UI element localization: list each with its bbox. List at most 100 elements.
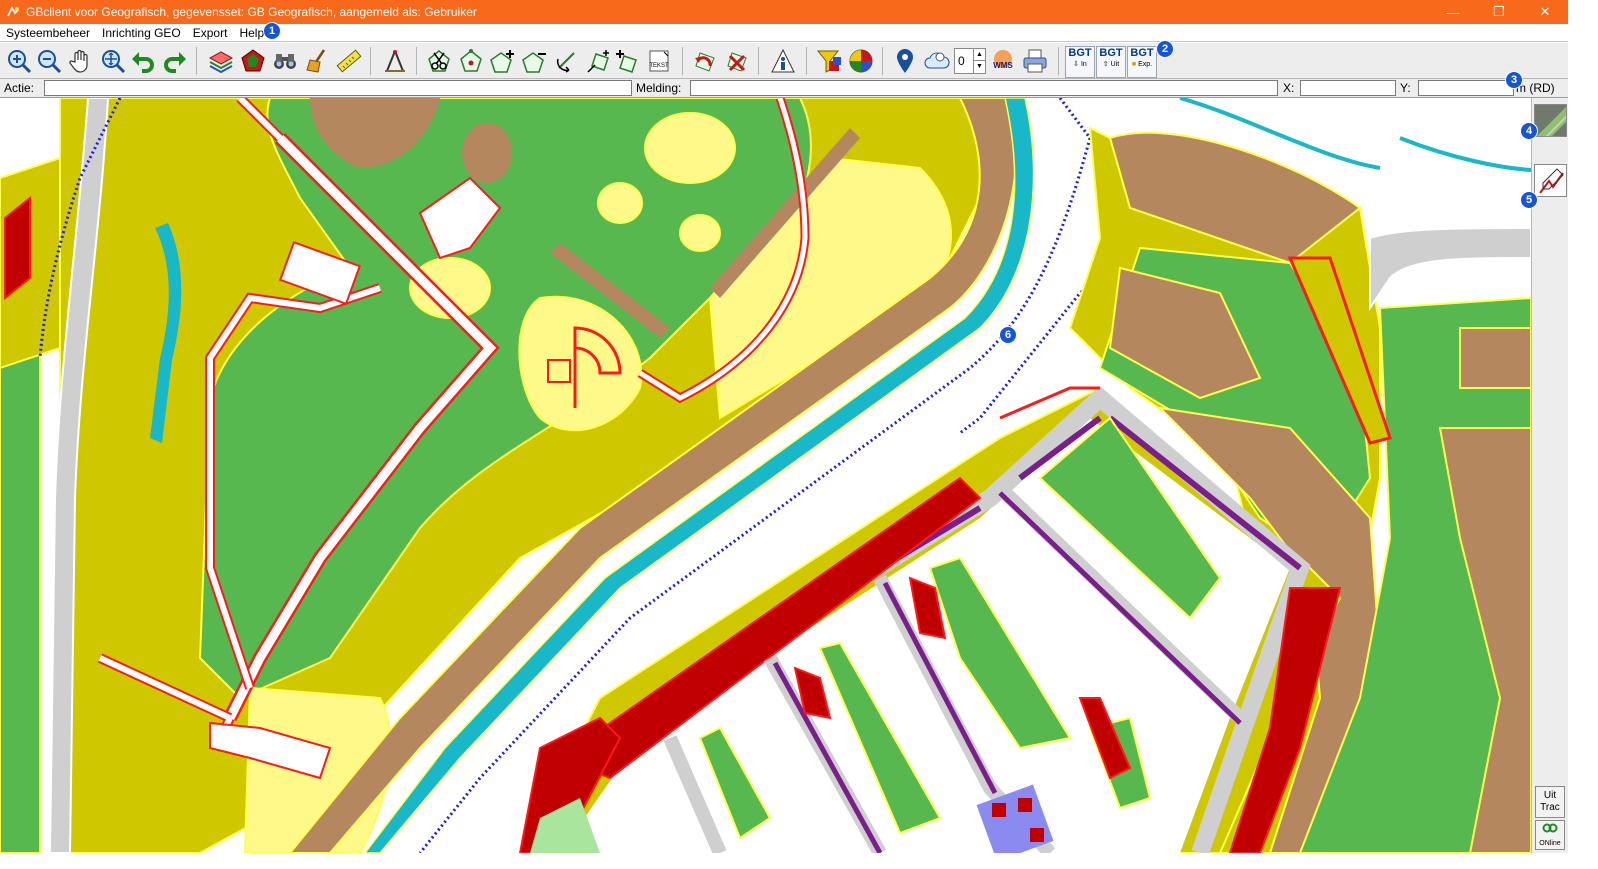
x-coordinate-label: X: <box>1283 81 1295 95</box>
sketch-icon <box>1535 165 1566 196</box>
remove-vertex-icon <box>522 52 546 73</box>
redo-button[interactable] <box>160 46 190 76</box>
zoom-out-icon <box>38 50 62 74</box>
palette-icon <box>849 49 873 73</box>
text-button[interactable]: TEKST <box>644 46 674 76</box>
remove-vertex-button[interactable] <box>520 46 550 76</box>
add-point-icon <box>616 50 637 73</box>
toolbar-separator <box>1058 47 1059 75</box>
callout-badge: 5 <box>1520 191 1538 209</box>
link-icon <box>1542 823 1558 833</box>
locate-button[interactable] <box>890 46 920 76</box>
toolbar-separator <box>682 47 683 75</box>
print-button[interactable] <box>1020 46 1050 76</box>
measure-button[interactable] <box>334 46 364 76</box>
restore-button[interactable]: ❐ <box>1476 0 1522 24</box>
toolbar: TEKST 0 ▲ ▼ WMS BGT ⇩ In BGT ⇧ Uit BGT ■… <box>0 43 1568 79</box>
toolbar-separator <box>758 47 759 75</box>
undo-edit-button[interactable] <box>690 46 720 76</box>
info-button[interactable] <box>768 46 798 76</box>
bgt-uit-button[interactable]: BGT ⇧ Uit <box>1096 46 1126 78</box>
map-left-green <box>0 326 41 853</box>
zoom-level-stepper[interactable]: 0 ▲ ▼ <box>954 48 986 74</box>
layers-button[interactable] <box>206 46 236 76</box>
menu-export[interactable]: Export <box>187 26 234 40</box>
toolbar-separator <box>370 47 371 75</box>
broom-icon <box>306 49 326 73</box>
rotate-button[interactable] <box>552 46 582 76</box>
app-logo-icon <box>7 6 19 17</box>
background-map-button[interactable] <box>922 46 952 76</box>
search-button[interactable] <box>270 46 300 76</box>
bgt-in-button[interactable]: BGT ⇩ In <box>1065 46 1095 78</box>
rotate-icon <box>556 52 575 73</box>
ruler-icon <box>336 49 362 73</box>
callout-badge: 3 <box>1505 71 1523 89</box>
zoom-extent-button[interactable] <box>98 46 128 76</box>
binoculars-icon <box>274 54 296 69</box>
menu-systeembeheer[interactable]: Systeembeheer <box>0 26 96 40</box>
download-arrow-icon: ⇩ <box>1073 61 1080 68</box>
map-red-square <box>1030 828 1044 842</box>
polygon-button[interactable] <box>238 46 268 76</box>
online-button[interactable]: ONline <box>1535 820 1565 850</box>
uit-trac-button[interactable]: Uit Trac <box>1535 786 1565 818</box>
right-panel: Uit Trac ONline <box>1531 98 1568 853</box>
bgt-uit-bottom-label: Uit <box>1110 61 1120 68</box>
map-canvas[interactable] <box>0 98 1531 853</box>
menu-inrichting-geo[interactable]: Inrichting GEO <box>96 26 187 40</box>
add-vertex-button[interactable] <box>488 46 518 76</box>
filter-button[interactable] <box>814 46 844 76</box>
uit-trac-label-1: Uit <box>1543 790 1557 801</box>
delete-button[interactable] <box>722 46 752 76</box>
drawing-tool-button[interactable] <box>1534 164 1567 197</box>
undo-icon <box>132 52 154 73</box>
map-layer-toggle-button[interactable] <box>1534 104 1567 137</box>
redo-icon <box>164 52 186 73</box>
wms-icon: WMS <box>993 50 1013 70</box>
clear-button[interactable] <box>302 46 332 76</box>
cloud-icon <box>924 52 950 69</box>
bgt-export-button[interactable]: BGT ■ Exp. <box>1127 46 1157 78</box>
callout-badge: 1 <box>263 22 281 40</box>
add-vertex-icon <box>490 50 514 73</box>
location-pin-icon <box>897 49 913 73</box>
x-coordinate-field[interactable] <box>1300 80 1396 96</box>
melding-field[interactable] <box>690 80 1278 96</box>
add-point-button[interactable] <box>612 46 642 76</box>
style-button[interactable] <box>846 46 876 76</box>
filter-icon <box>816 50 841 73</box>
stepper-down-icon[interactable]: ▼ <box>973 61 985 73</box>
bgt-uit-top-label: BGT <box>1099 47 1123 59</box>
undo-button[interactable] <box>128 46 158 76</box>
map-yellow-blob <box>644 112 736 184</box>
bgt-in-top-label: BGT <box>1068 47 1092 59</box>
pan-button[interactable] <box>66 46 96 76</box>
close-button[interactable]: ✕ <box>1522 0 1568 24</box>
zoom-in-button[interactable] <box>4 46 34 76</box>
map-top-right-water <box>1399 136 1531 172</box>
pan-hand-icon <box>69 49 88 73</box>
info-icon <box>771 48 795 73</box>
split-button[interactable] <box>424 46 454 76</box>
callout-badge: 6 <box>999 326 1017 344</box>
wms-button[interactable]: WMS <box>988 46 1018 76</box>
actie-field[interactable] <box>44 80 632 96</box>
vertex-icon <box>460 49 482 72</box>
map-drawing <box>0 98 1531 853</box>
online-label: ONline <box>1539 840 1561 847</box>
window-title: GBclient voor Geografisch, gegevensset: … <box>26 5 477 19</box>
zoom-extent-icon <box>102 50 126 74</box>
move-button[interactable] <box>584 46 614 76</box>
construct-button[interactable] <box>380 46 410 76</box>
y-coordinate-field[interactable] <box>1418 80 1514 96</box>
map-red-square <box>1018 798 1032 812</box>
minimize-button[interactable]: — <box>1430 0 1476 24</box>
stepper-up-icon[interactable]: ▲ <box>973 49 985 61</box>
edit-vertex-button[interactable] <box>456 46 486 76</box>
undo-edit-icon <box>695 52 715 72</box>
bgt-in-bottom-label: In <box>1080 61 1087 68</box>
toolbar-separator <box>416 47 417 75</box>
svg-text:TEKST: TEKST <box>649 63 669 69</box>
zoom-out-button[interactable] <box>34 46 64 76</box>
